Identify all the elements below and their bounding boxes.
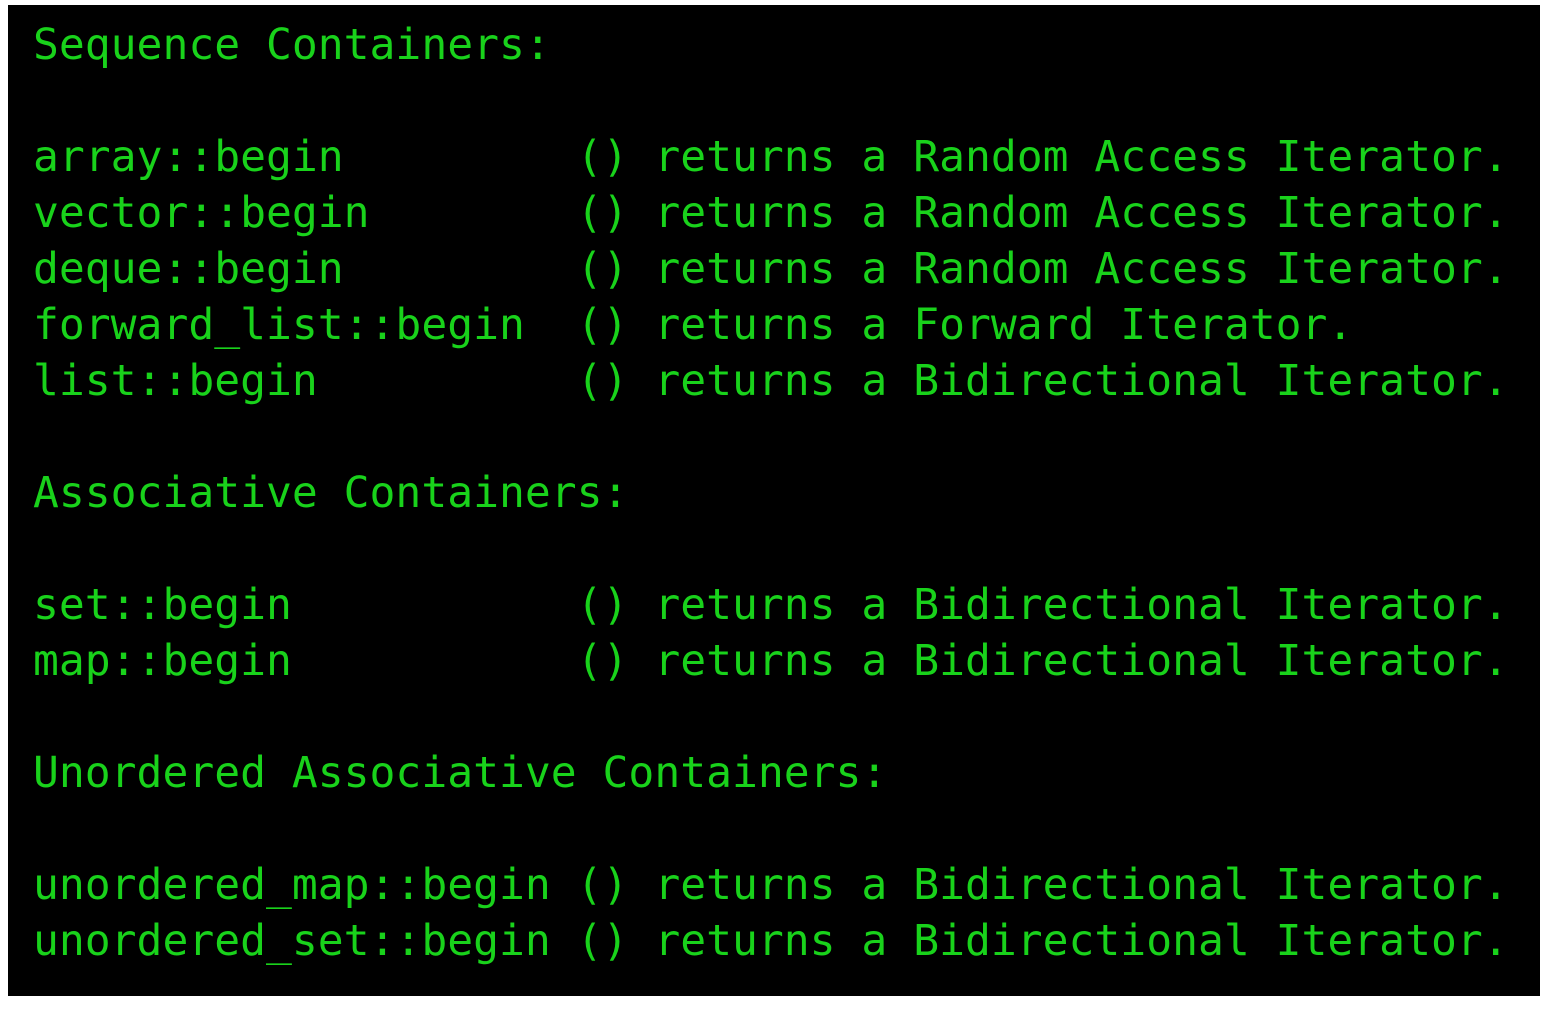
code-line-list-begin: list::begin () returns a Bidirectional I…: [33, 356, 1509, 406]
code-line-map-begin: map::begin () returns a Bidirectional It…: [33, 636, 1509, 686]
code-line-vector-begin: vector::begin () returns a Random Access…: [33, 188, 1509, 238]
code-line-unordered-set-begin: unordered_set::begin () returns a Bidire…: [33, 916, 1509, 966]
code-line-set-begin: set::begin () returns a Bidirectional It…: [33, 580, 1509, 630]
terminal-window: Sequence Containers: array::begin () ret…: [8, 5, 1540, 996]
code-line-unordered-map-begin: unordered_map::begin () returns a Bidire…: [33, 860, 1509, 910]
code-line-forward-list-begin: forward_list::begin () returns a Forward…: [33, 300, 1354, 350]
section-heading-associative: Associative Containers:: [33, 468, 629, 518]
code-line-array-begin: array::begin () returns a Random Access …: [33, 132, 1509, 182]
section-heading-sequence: Sequence Containers:: [33, 20, 551, 70]
code-line-deque-begin: deque::begin () returns a Random Access …: [33, 244, 1509, 294]
section-heading-unordered: Unordered Associative Containers:: [33, 748, 888, 798]
